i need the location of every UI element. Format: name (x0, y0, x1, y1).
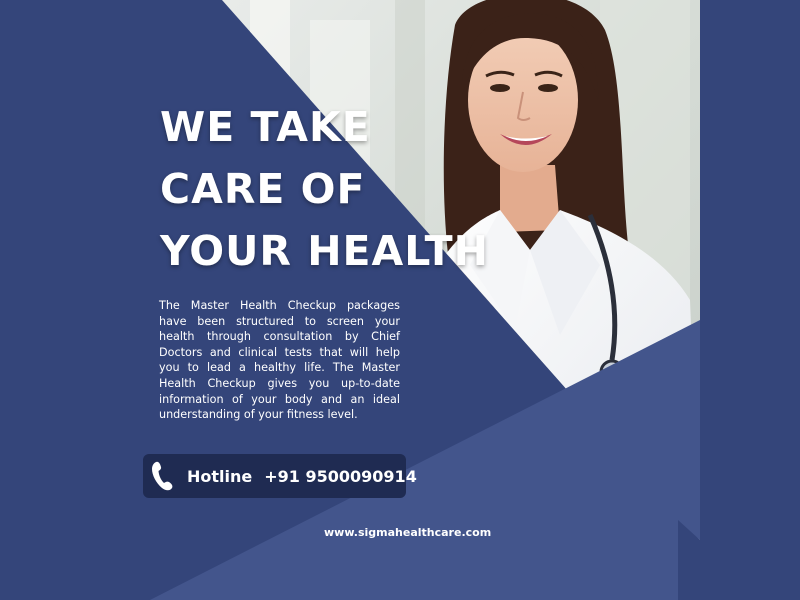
website-link[interactable]: www.sigmahealthcare.com (324, 526, 491, 539)
headline-line-2: CARE OF (160, 165, 366, 213)
headline-line-1: WE TAKE (160, 103, 371, 151)
background-art (0, 0, 800, 600)
poster: WE TAKE CARE OF YOUR HEALTH The Master H… (0, 0, 800, 600)
hotline-label: Hotline (187, 466, 253, 486)
headline: WE TAKE CARE OF YOUR HEALTH (160, 96, 489, 282)
phone-icon (151, 461, 173, 491)
hotline-box[interactable]: Hotline +91 9500090914 (143, 454, 417, 498)
hotline-number[interactable]: +91 9500090914 (264, 467, 417, 486)
description-text: The Master Health Checkup packages have … (159, 299, 400, 422)
headline-line-3: YOUR HEALTH (160, 227, 489, 275)
